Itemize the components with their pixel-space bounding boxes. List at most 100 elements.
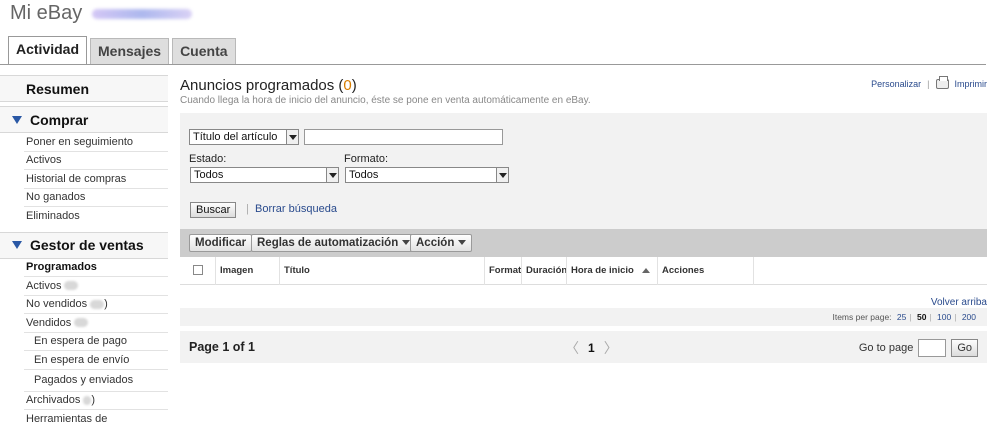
search-input[interactable] bbox=[304, 129, 503, 145]
sidebar: Resumen Comprar Poner en seguimiento Act… bbox=[0, 75, 168, 429]
borrar-busqueda-link[interactable]: Borrar búsqueda bbox=[255, 203, 337, 215]
paren-close: ) bbox=[91, 394, 96, 407]
formato-label: Formato: bbox=[344, 153, 389, 165]
per-page-200[interactable]: 200 bbox=[962, 312, 976, 322]
sidebar-section-label: Gestor de ventas bbox=[30, 237, 144, 253]
sidebar-item-vendidos[interactable]: Vendidos bbox=[24, 314, 168, 333]
sidebar-item-espera-pago[interactable]: En espera de pago bbox=[24, 333, 168, 351]
sidebar-item-label: Vendidos bbox=[26, 316, 72, 329]
accion-button[interactable]: Acción bbox=[410, 234, 473, 252]
ventas-list: Programados Activos No vendidos) Vendido… bbox=[0, 259, 168, 429]
goto-label: Go to page bbox=[858, 342, 914, 354]
page-nav: 〈 1 〉 bbox=[565, 338, 618, 358]
printer-icon[interactable] bbox=[935, 76, 949, 89]
sidebar-item-eliminados[interactable]: Eliminados bbox=[24, 207, 168, 226]
separator: | bbox=[954, 312, 957, 322]
goto-page: Go to page Go bbox=[859, 339, 978, 357]
section-description: Cuando llega la hora de inicio del anunc… bbox=[180, 95, 591, 106]
sidebar-section-label: Comprar bbox=[30, 111, 89, 128]
prev-page-icon[interactable]: 〈 bbox=[565, 338, 579, 358]
sidebar-item-poner-en-seguimiento[interactable]: Poner en seguimiento bbox=[24, 133, 168, 152]
top-links: Personalizar | Imprimir bbox=[871, 76, 988, 89]
collapse-triangle-icon bbox=[12, 241, 22, 249]
main-tabs: Actividad Mensajes Cuenta bbox=[8, 36, 236, 64]
sidebar-item-activos-venta[interactable]: Activos bbox=[24, 277, 168, 296]
page-number-current[interactable]: 1 bbox=[588, 341, 595, 355]
next-page-icon[interactable]: 〉 bbox=[604, 338, 618, 358]
volver-arriba-link[interactable]: Volver arriba bbox=[931, 297, 987, 308]
select-value: Título del artículo bbox=[193, 131, 278, 143]
paren-close: ) bbox=[104, 298, 108, 311]
sidebar-section-gestor-ventas[interactable]: Gestor de ventas bbox=[0, 231, 168, 259]
per-page-50[interactable]: 50 bbox=[917, 312, 926, 322]
sidebar-item-historial[interactable]: Historial de compras bbox=[24, 170, 168, 189]
col-label: Hora de inicio bbox=[571, 265, 634, 276]
select-all-checkbox[interactable] bbox=[193, 265, 203, 275]
collapse-triangle-icon bbox=[12, 115, 22, 124]
count-blurred bbox=[74, 318, 89, 328]
separator: | bbox=[927, 79, 930, 89]
search-field-select[interactable]: Título del artículo bbox=[189, 129, 299, 145]
tab-mensajes[interactable]: Mensajes bbox=[90, 38, 170, 64]
col-imagen: Imagen bbox=[215, 257, 279, 285]
col-titulo[interactable]: Título bbox=[279, 257, 484, 285]
col-format[interactable]: Format bbox=[484, 257, 521, 285]
button-label: Reglas de automatización bbox=[257, 237, 399, 249]
imprimir-link[interactable]: Imprimir bbox=[955, 79, 988, 89]
sidebar-item-no-vendidos[interactable]: No vendidos) bbox=[24, 296, 168, 314]
sort-ascending-icon bbox=[641, 267, 650, 273]
chevron-down-icon bbox=[458, 240, 467, 246]
tab-actividad[interactable]: Actividad bbox=[8, 36, 88, 64]
page-title: Mi eBay bbox=[10, 2, 193, 25]
sidebar-item-programados[interactable]: Programados bbox=[24, 259, 168, 277]
sidebar-item-activos-compra[interactable]: Activos bbox=[24, 152, 168, 170]
col-hora-inicio[interactable]: Hora de inicio bbox=[566, 257, 657, 285]
username-blurred bbox=[92, 8, 193, 19]
tab-cuenta[interactable]: Cuenta bbox=[172, 38, 236, 64]
items-per-page-bar: Items per page: 25 | 50 | 100 | 200 bbox=[180, 308, 987, 326]
formato-select[interactable]: Todos bbox=[345, 167, 509, 183]
goto-page-input[interactable] bbox=[918, 339, 947, 357]
sidebar-item-espera-envio[interactable]: En espera de envío bbox=[24, 351, 168, 370]
col-divider bbox=[753, 257, 758, 285]
dropdown-arrow-icon bbox=[326, 168, 338, 182]
select-value: Todos bbox=[349, 169, 379, 181]
section-title-text: Anuncios programados ( bbox=[180, 77, 344, 94]
sidebar-item-label: Archivados bbox=[26, 394, 81, 407]
per-page-100[interactable]: 100 bbox=[937, 312, 951, 322]
filter-panel: Título del artículo Estado: Formato: Tod… bbox=[180, 113, 987, 231]
modificar-button[interactable]: Modificar bbox=[189, 234, 253, 252]
personalizar-link[interactable]: Personalizar bbox=[871, 79, 921, 89]
sidebar-item-label: Activos bbox=[26, 279, 62, 292]
listing-count: 0 bbox=[343, 77, 352, 94]
col-acciones: Acciones bbox=[657, 257, 753, 285]
sidebar-resumen[interactable]: Resumen bbox=[0, 75, 168, 102]
sidebar-item-pagados-enviados[interactable]: Pagados y enviados bbox=[24, 370, 168, 392]
action-toolbar: Modificar Reglas de automatización Acció… bbox=[180, 229, 987, 257]
sidebar-item-herramientas[interactable]: Herramientas de bbox=[24, 410, 168, 429]
estado-select[interactable]: Todos bbox=[190, 167, 339, 183]
count-blurred bbox=[90, 299, 105, 309]
reglas-automatizacion-button[interactable]: Reglas de automatización bbox=[251, 234, 417, 252]
go-button[interactable]: Go bbox=[951, 339, 978, 357]
estado-label: Estado: bbox=[189, 153, 227, 165]
col-duracion[interactable]: Duración bbox=[521, 257, 567, 285]
comprar-list: Poner en seguimiento Activos Historial d… bbox=[0, 133, 168, 226]
dropdown-arrow-icon bbox=[286, 130, 298, 144]
section-title-close: ) bbox=[351, 77, 357, 94]
items-per-page-label: Items per page: bbox=[832, 312, 892, 322]
button-label: Acción bbox=[416, 237, 455, 249]
per-page-25[interactable]: 25 bbox=[897, 312, 906, 322]
select-value: Todos bbox=[194, 169, 224, 181]
tab-divider bbox=[0, 64, 986, 65]
count-blurred bbox=[83, 395, 92, 405]
section-title: Anuncios programados (0) bbox=[180, 77, 357, 94]
pagination-bar: Page 1 of 1 〈 1 〉 Go to page Go bbox=[180, 331, 987, 363]
sidebar-item-no-ganados[interactable]: No ganados bbox=[24, 189, 168, 207]
separator: | bbox=[246, 203, 249, 215]
table-header: Imagen Título Format Duración Hora de in… bbox=[180, 257, 987, 285]
buscar-button[interactable]: Buscar bbox=[190, 202, 237, 218]
page-info: Page 1 of 1 bbox=[189, 340, 255, 354]
sidebar-section-comprar[interactable]: Comprar bbox=[0, 106, 168, 133]
sidebar-item-archivados[interactable]: Archivados) bbox=[24, 392, 168, 410]
